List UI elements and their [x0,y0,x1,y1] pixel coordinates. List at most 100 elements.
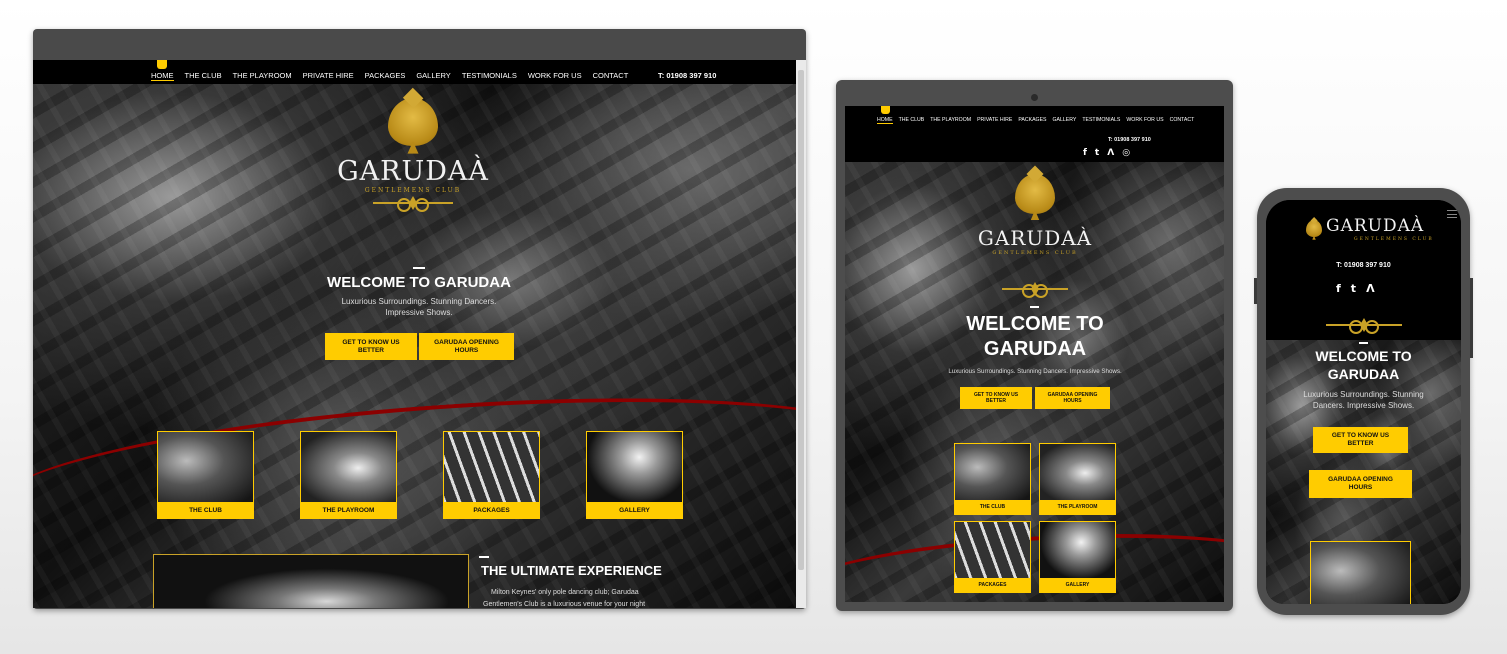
logo[interactable]: GARUDAÀ GENTLEMENS CLUB [333,98,493,212]
tile-gallery[interactable]: GALLERY [1039,521,1116,593]
tile-the-playroom[interactable]: THE PLAYROOM [1039,443,1116,515]
nav-work-for-us[interactable]: WORK FOR US [1126,117,1163,124]
gallery-image [587,432,682,504]
tile-gallery[interactable]: GALLERY [586,431,683,519]
tile-label: PACKAGES [955,578,1030,592]
nav-spade-icon [157,60,167,69]
logo[interactable]: GARUDAÀ GENTLEMENS CLUB [965,174,1105,298]
instagram-icon[interactable]: ◎ [1122,148,1130,158]
phone-side-button [1470,278,1473,358]
nav-contact[interactable]: CONTACT [593,71,629,81]
nav-testimonials[interactable]: TESTIMONIALS [462,71,517,81]
tile-packages[interactable]: PACKAGES [443,431,540,519]
gold-flourish-ornament [373,196,453,212]
tile-the-club[interactable]: THE CLUB [954,443,1031,515]
desktop-device-frame: HOME THE CLUB THE PLAYROOM PRIVATE HIRE … [33,29,806,609]
tile-the-playroom[interactable]: THE PLAYROOM [300,431,397,519]
phone-number[interactable]: T: 01908 397 910 [1266,262,1461,269]
tile-label: GALLERY [587,502,682,518]
packages-image [955,522,1030,580]
logo-tagline: GENTLEMENS CLUB [992,250,1078,256]
experience-dash [479,556,489,558]
tile-label: THE CLUB [158,502,253,518]
phone-number[interactable]: T: 01908 397 910 [658,71,716,80]
tripadvisor-icon[interactable]: Ʌ [1107,148,1114,158]
experience-image [153,554,469,608]
social-icons: f t Ʌ ◎ [1083,148,1130,158]
opening-hours-button[interactable]: GARUDAA OPENING HOURS [1035,387,1110,409]
welcome-heading-line1: WELCOME TO [966,313,1104,335]
spade-logo-icon [1015,174,1055,214]
get-to-know-us-button[interactable]: GET TO KNOW US BETTER [325,333,417,360]
logo-tagline: GENTLEMENS CLUB [1354,237,1434,242]
nav-private-hire[interactable]: PRIVATE HIRE [977,117,1012,124]
welcome-subtext-line1: Luxurious Surroundings. Stunning [1303,390,1424,399]
welcome-heading: WELCOME TO GARUDAA [327,274,511,291]
tile-label: PACKAGES [444,502,539,518]
tile-packages[interactable]: PACKAGES [954,521,1031,593]
facebook-icon[interactable]: f [1083,148,1087,158]
nav-packages[interactable]: PACKAGES [1018,117,1046,124]
nav-home[interactable]: HOME [877,117,893,124]
experience-text-line2: Gentlemen's Club is a luxurious venue fo… [483,601,646,608]
scrollbar-thumb[interactable] [798,70,804,570]
nav-the-playroom[interactable]: THE PLAYROOM [233,71,292,81]
nav-the-club[interactable]: THE CLUB [899,117,925,124]
twitter-icon[interactable]: t [1095,148,1099,158]
tablet-screen: HOME THE CLUB THE PLAYROOM PRIVATE HIRE … [845,106,1224,602]
hamburger-menu-icon[interactable] [1447,210,1457,218]
twitter-icon[interactable]: t [1351,282,1356,295]
nav-packages[interactable]: PACKAGES [365,71,406,81]
desktop-screen: HOME THE CLUB THE PLAYROOM PRIVATE HIRE … [33,60,806,608]
nav-work-for-us[interactable]: WORK FOR US [528,71,582,81]
nav-spade-icon [881,106,890,114]
desktop-nav-bar: HOME THE CLUB THE PLAYROOM PRIVATE HIRE … [33,60,806,84]
nav-contact[interactable]: CONTACT [1170,117,1195,124]
logo-wordmark: GARUDAÀ [977,226,1093,250]
tile-label: THE PLAYROOM [1040,500,1115,514]
experience-text-line1: Milton Keynes' only pole dancing club; G… [491,589,639,596]
the-club-image [158,432,253,504]
logo-wordmark: GARUDAÀ [337,156,489,187]
nav-home[interactable]: HOME [151,71,174,81]
welcome-subtext-line2: Dancers. Impressive Shows. [1312,401,1415,410]
facebook-icon[interactable]: f [1336,282,1341,295]
tablet-device-frame: HOME THE CLUB THE PLAYROOM PRIVATE HIRE … [836,80,1233,611]
get-to-know-us-button[interactable]: GET TO KNOW US BETTER [960,387,1032,409]
phone-header: GARUDAÀ GENTLEMENS CLUB T: 01908 397 910… [1266,200,1461,340]
page-scrollbar[interactable] [796,60,806,608]
phone-screen: GARUDAÀ GENTLEMENS CLUB T: 01908 397 910… [1266,200,1461,604]
desktop-nav-menu: HOME THE CLUB THE PLAYROOM PRIVATE HIRE … [151,71,628,81]
logo[interactable]: GARUDAÀ GENTLEMENS CLUB [1306,216,1436,246]
packages-image [444,432,539,504]
nav-private-hire[interactable]: PRIVATE HIRE [303,71,354,81]
heading-dash [413,267,425,269]
gold-flourish-ornament [1002,282,1068,298]
get-to-know-us-button[interactable]: GET TO KNOW US BETTER [1313,427,1408,453]
tile-label: GALLERY [1040,578,1115,592]
tile-the-club[interactable]: THE CLUB [157,431,254,519]
tile-the-club[interactable] [1310,541,1411,604]
tablet-camera [1031,94,1038,101]
opening-hours-button[interactable]: GARUDAA OPENING HOURS [419,333,514,360]
tablet-nav-menu: HOME THE CLUB THE PLAYROOM PRIVATE HIRE … [877,117,1194,124]
welcome-heading-line2: GARUDAA [1327,366,1400,382]
phone-number[interactable]: T: 01908 397 910 [1108,137,1151,143]
tripadvisor-icon[interactable]: Ʌ [1366,282,1375,295]
tablet-header: HOME THE CLUB THE PLAYROOM PRIVATE HIRE … [845,106,1224,162]
nav-the-playroom[interactable]: THE PLAYROOM [930,117,971,124]
nav-gallery[interactable]: GALLERY [1052,117,1076,124]
spade-logo-icon [1306,220,1322,237]
heading-dash [1030,306,1039,308]
logo-wordmark: GARUDAÀ [1326,216,1425,236]
nav-the-club[interactable]: THE CLUB [185,71,222,81]
the-club-image [1311,542,1410,604]
spade-logo-icon [388,98,438,146]
welcome-subtext: Luxurious Surroundings. Stunning Dancers… [948,368,1122,375]
the-club-image [955,444,1030,502]
welcome-subtext-line2: Impressive Shows. [385,308,453,317]
heading-dash [1359,342,1368,344]
nav-testimonials[interactable]: TESTIMONIALS [1082,117,1120,124]
opening-hours-button[interactable]: GARUDAA OPENING HOURS [1309,470,1412,498]
nav-gallery[interactable]: GALLERY [416,71,450,81]
